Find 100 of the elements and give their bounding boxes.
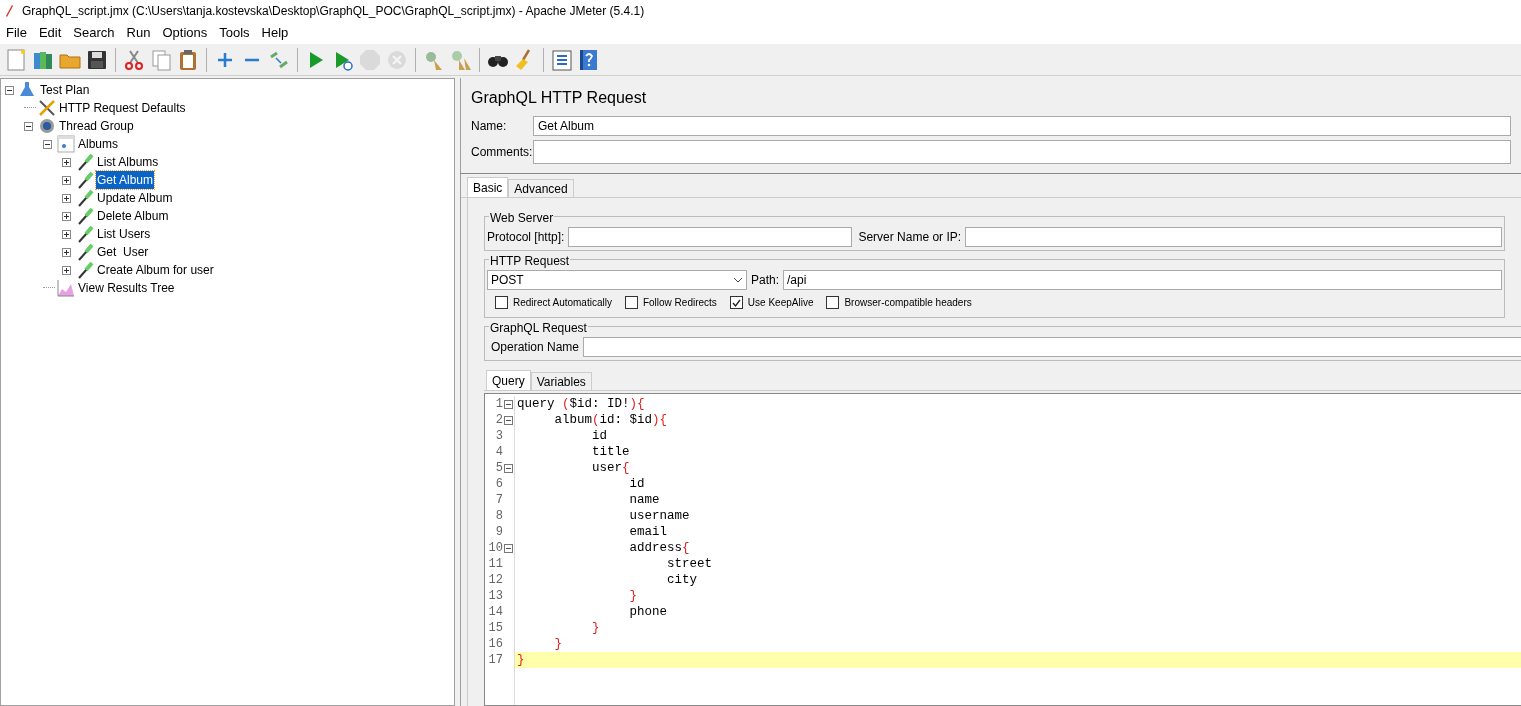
field-label: Comments: xyxy=(471,144,533,161)
field-label: Operation Name xyxy=(491,339,580,356)
menu-item[interactable]: Options xyxy=(156,23,214,43)
menu-item[interactable]: Edit xyxy=(32,23,68,43)
name-field[interactable]: Get Album xyxy=(533,116,1511,136)
expander-icon[interactable] xyxy=(43,139,52,149)
menu-item[interactable]: Help xyxy=(255,23,295,43)
code-line: id xyxy=(628,476,646,492)
line-number: 14 xyxy=(488,604,503,621)
line-number: 4 xyxy=(495,444,503,461)
line-number: 12 xyxy=(488,572,503,589)
expander-icon[interactable] xyxy=(62,175,71,185)
feather-icon xyxy=(4,4,14,18)
line-number: 9 xyxy=(495,524,503,541)
tree-item[interactable]: Update Album xyxy=(96,189,174,207)
tree-item[interactable]: List Users xyxy=(96,225,152,243)
menu-item[interactable]: File xyxy=(0,23,33,43)
expander-icon[interactable] xyxy=(62,211,71,221)
line-number: 15 xyxy=(488,620,503,637)
code-line: address{ xyxy=(628,540,691,556)
code-line: city xyxy=(666,572,699,588)
tab[interactable]: Basic xyxy=(467,177,509,197)
chevron-down-icon xyxy=(733,277,743,283)
line-number: 3 xyxy=(495,428,503,445)
checkbox[interactable] xyxy=(624,296,638,309)
tab[interactable]: Query xyxy=(486,370,531,390)
line-number: 17 xyxy=(488,652,503,669)
code-line: title xyxy=(591,444,631,460)
tree-item[interactable]: Test Plan xyxy=(39,81,91,99)
tree-item[interactable]: List Albums xyxy=(96,153,160,171)
pipette-icon xyxy=(76,243,94,261)
operation-name-field[interactable] xyxy=(583,337,1521,357)
tab[interactable]: Variables xyxy=(530,372,592,390)
fold-icon[interactable] xyxy=(504,543,513,553)
tree-item[interactable]: HTTP Request Defaults xyxy=(58,99,187,117)
code-line: } xyxy=(591,620,601,636)
field-label: Server Name or IP: xyxy=(858,229,962,246)
pipette-icon xyxy=(76,225,94,243)
code-line: query ($id: ID!){ xyxy=(516,396,646,412)
method-dropdown[interactable]: POST xyxy=(487,270,747,290)
field-label: Path: xyxy=(751,272,780,289)
tree-item[interactable]: View Results Tree xyxy=(77,279,176,297)
tab[interactable]: Advanced xyxy=(508,179,574,197)
checkbox[interactable] xyxy=(826,296,840,309)
checkbox[interactable] xyxy=(729,296,743,309)
code-line: } xyxy=(628,588,639,604)
protocol-field[interactable] xyxy=(568,227,853,247)
expander-icon[interactable] xyxy=(62,247,71,257)
comments-field[interactable] xyxy=(533,140,1511,164)
expander-icon[interactable] xyxy=(62,229,71,239)
line-number: 5 xyxy=(495,460,503,477)
expander-icon[interactable] xyxy=(24,121,33,131)
tree-item[interactable]: Thread Group xyxy=(58,117,135,135)
line-number: 13 xyxy=(488,588,503,605)
list-icon[interactable] xyxy=(550,47,574,72)
line-number: 7 xyxy=(495,492,503,509)
checkbox-label: Redirect Automatically xyxy=(513,296,612,310)
menu-item[interactable]: Search xyxy=(67,23,121,43)
fold-icon[interactable] xyxy=(504,399,513,409)
path-field[interactable]: /api xyxy=(783,270,1502,290)
chart-icon xyxy=(57,279,75,297)
code-line: } xyxy=(553,636,564,652)
fold-icon[interactable] xyxy=(504,415,513,425)
expander-icon[interactable] xyxy=(62,265,71,275)
tree-item[interactable]: Delete Album xyxy=(96,207,170,225)
tree-item[interactable]: Get Album xyxy=(96,171,155,189)
code-line: id xyxy=(591,428,608,444)
code-line: album(id: $id){ xyxy=(553,412,669,428)
menu-item[interactable]: Run xyxy=(120,23,157,43)
fold-icon[interactable] xyxy=(504,463,513,473)
check-icon xyxy=(731,298,741,307)
expander-icon[interactable] xyxy=(62,157,71,167)
code-line: street xyxy=(666,556,714,572)
line-number: 1 xyxy=(495,396,503,413)
controller-icon xyxy=(57,135,75,153)
line-number: 16 xyxy=(488,636,503,653)
tree-item[interactable]: Albums xyxy=(77,135,119,153)
flask-icon xyxy=(19,81,37,99)
expander-icon[interactable] xyxy=(5,85,14,95)
line-number: 10 xyxy=(488,540,503,557)
code-line: phone xyxy=(628,604,669,620)
menu-item[interactable]: Tools xyxy=(213,23,256,43)
line-number: 6 xyxy=(495,476,503,493)
code-line: username xyxy=(628,508,691,524)
pipette-icon xyxy=(76,207,94,225)
wrench-screwdriver-icon xyxy=(38,99,56,117)
window-title: GraphQL_script.jmx (C:\Users\tanja.kostevska\Desktop\GraphQL_POC\GraphQL_script.jmx) - Apache JMeter (5.4.1) xyxy=(22,3,645,20)
pipette-icon xyxy=(76,189,94,207)
line-number: 8 xyxy=(495,508,503,525)
line-number: 2 xyxy=(495,412,503,429)
tree-item[interactable]: Create Album for user xyxy=(96,261,215,279)
gear-icon xyxy=(38,117,56,135)
checkbox[interactable] xyxy=(495,296,508,309)
tree-item[interactable]: Get User xyxy=(96,243,150,261)
expander-icon[interactable] xyxy=(62,193,71,203)
server-field[interactable] xyxy=(965,227,1502,247)
field-label: Protocol [http]: xyxy=(487,229,565,246)
panel-title: GraphQL HTTP Request xyxy=(470,88,648,108)
code-line: email xyxy=(628,524,669,540)
field-label: Name: xyxy=(471,118,508,135)
